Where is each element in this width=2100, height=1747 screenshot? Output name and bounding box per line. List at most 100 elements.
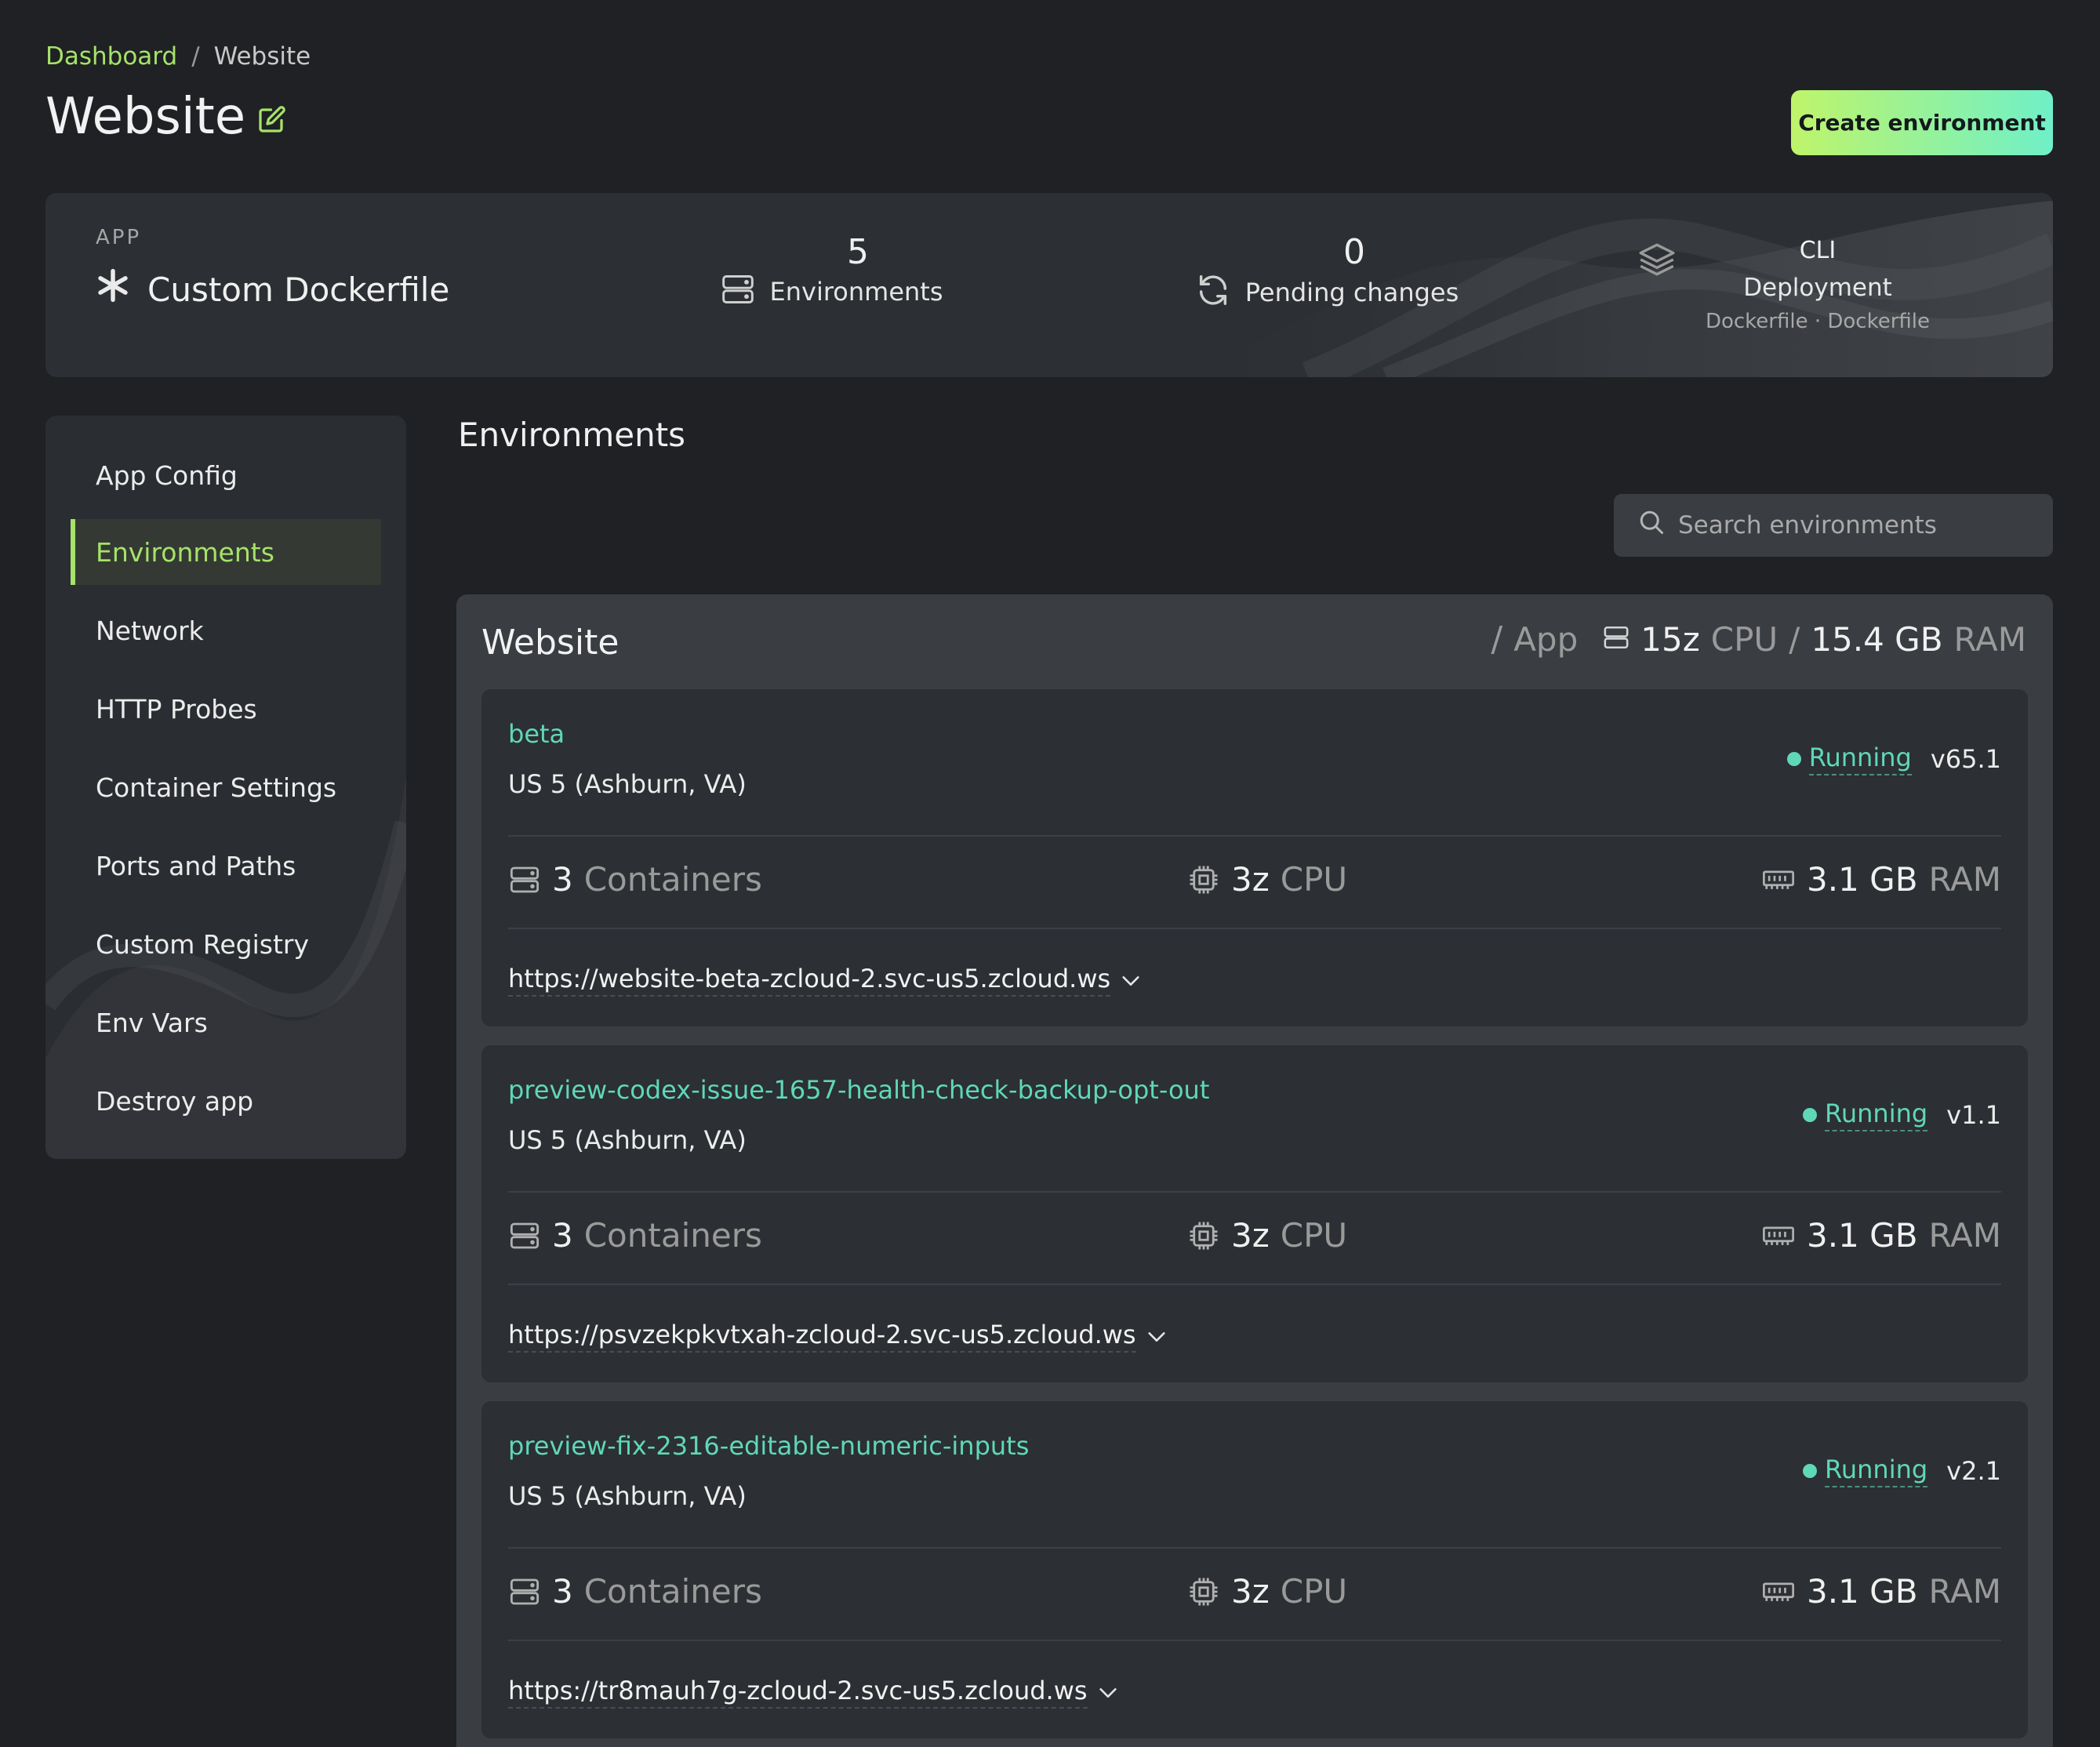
status-dot-icon	[1803, 1108, 1818, 1122]
app-label: APP	[96, 226, 142, 249]
pending-count: 0	[1343, 232, 1365, 272]
environment-url[interactable]: https://psvzekpkvtxah-zcloud-2.svc-us5.z…	[508, 1320, 1168, 1353]
url-link[interactable]: https://psvzekpkvtxah-zcloud-2.svc-us5.z…	[508, 1320, 1136, 1353]
memory-icon	[1761, 1578, 1796, 1606]
ram-stat: 3.1 GB RAM	[1761, 860, 2001, 899]
cpu-stat: 3z CPU	[1187, 860, 1347, 899]
server-icon	[720, 272, 756, 310]
cpu-unit: CPU	[1280, 1216, 1348, 1255]
cpu-chip-icon	[1187, 1219, 1220, 1252]
environment-url[interactable]: https://tr8mauh7g-zcloud-2.svc-us5.zclou…	[508, 1676, 1119, 1709]
url-link[interactable]: https://website-beta-zcloud-2.svc-us5.zc…	[508, 964, 1111, 997]
chevron-down-icon[interactable]	[1097, 1677, 1119, 1707]
containers-unit: Containers	[583, 1572, 762, 1611]
containers-stat: 3 Containers	[508, 1572, 762, 1611]
search-placeholder: Search environments	[1678, 511, 1937, 539]
search-input[interactable]: Search environments	[1614, 494, 2053, 557]
ram-stat: 3.1 GB RAM	[1761, 1216, 2001, 1255]
cpu-stat: 3z CPU	[1187, 1216, 1347, 1255]
group-separator: /	[1789, 620, 1800, 659]
app-type: Custom Dockerfile	[96, 268, 449, 311]
memory-icon	[1761, 866, 1796, 894]
status-dot-icon	[1786, 752, 1801, 766]
pending-changes-stat: 0 Pending changes	[1162, 232, 1491, 311]
containers-value: 3	[552, 1216, 573, 1255]
cpu-chip-icon	[1187, 863, 1220, 896]
server-icon	[508, 864, 541, 895]
sidebar-item-destroy-app[interactable]: Destroy app	[71, 1068, 381, 1134]
breadcrumb-dashboard-link[interactable]: Dashboard	[45, 42, 177, 71]
divider	[508, 835, 2001, 837]
asterisk-icon	[96, 268, 130, 311]
cpu-unit: CPU	[1280, 1572, 1348, 1611]
environment-card[interactable]: beta US 5 (Ashburn, VA) Running v65.1 3 …	[481, 689, 2028, 1026]
group-type: App	[1513, 620, 1579, 659]
app-summary-banner: APP Custom Dockerfile 5 Environments 0 P…	[45, 193, 2053, 377]
sidebar-item-container-settings[interactable]: Container Settings	[71, 754, 381, 820]
containers-stat: 3 Containers	[508, 1216, 762, 1255]
chevron-down-icon[interactable]	[1146, 1321, 1168, 1351]
status-label[interactable]: Running	[1808, 743, 1912, 775]
sidebar-item-http-probes[interactable]: HTTP Probes	[71, 676, 381, 742]
ram-unit: RAM	[1928, 860, 2001, 899]
sidebar-item-app-config[interactable]: App Config	[71, 442, 381, 508]
environment-name-link[interactable]: preview-codex-issue-1657-health-check-ba…	[508, 1075, 1209, 1105]
page-title-row: Website	[45, 88, 286, 146]
search-icon	[1637, 508, 1666, 543]
group-separator: /	[1491, 619, 1503, 659]
environment-name-link[interactable]: beta	[508, 719, 565, 749]
divider	[508, 1191, 2001, 1193]
cpu-value: 3z	[1231, 860, 1270, 899]
containers-stat: 3 Containers	[508, 860, 762, 899]
layers-icon	[1637, 240, 1677, 282]
version-label: v65.1	[1930, 744, 2001, 774]
sidebar-item-network[interactable]: Network	[71, 597, 381, 663]
group-ram-value: 15.4 GB	[1811, 620, 1943, 659]
environment-region: US 5 (Ashburn, VA)	[508, 1125, 747, 1155]
status-dot-icon	[1803, 1464, 1818, 1478]
environment-region: US 5 (Ashburn, VA)	[508, 769, 747, 799]
group-title: Website	[481, 623, 619, 663]
divider	[508, 1284, 2001, 1285]
group-stats: / App 15z CPU / 15.4 GB RAM	[1491, 619, 2026, 659]
chevron-down-icon[interactable]	[1120, 965, 1142, 995]
server-icon	[1603, 620, 1629, 659]
create-environment-button[interactable]: Create environment	[1791, 90, 2053, 155]
status-label[interactable]: Running	[1825, 1455, 1928, 1487]
sidebar-item-env-vars[interactable]: Env Vars	[71, 990, 381, 1055]
url-link[interactable]: https://tr8mauh7g-zcloud-2.svc-us5.zclou…	[508, 1676, 1088, 1709]
environment-status: Running v2.1	[1803, 1455, 2001, 1487]
environment-card[interactable]: preview-fix-2316-editable-numeric-inputs…	[481, 1401, 2028, 1738]
pending-changes-label: Pending changes	[1244, 278, 1459, 307]
app-type-label: Custom Dockerfile	[147, 270, 450, 309]
breadcrumb: Dashboard / Website	[45, 42, 311, 71]
ram-value: 3.1 GB	[1807, 1572, 1918, 1611]
environment-card[interactable]: preview-codex-issue-1657-health-check-ba…	[481, 1045, 2028, 1382]
sidebar-item-ports-and-paths[interactable]: Ports and Paths	[71, 833, 381, 899]
cpu-value: 3z	[1231, 1572, 1270, 1611]
containers-value: 3	[552, 860, 573, 899]
environment-url[interactable]: https://website-beta-zcloud-2.svc-us5.zc…	[508, 964, 1142, 997]
section-title: Environments	[458, 416, 686, 454]
edit-icon[interactable]	[258, 88, 286, 146]
deployment-source: Dockerfile · Dockerfile	[1705, 310, 1931, 333]
version-label: v1.1	[1946, 1100, 2001, 1130]
status-label[interactable]: Running	[1825, 1099, 1928, 1131]
refresh-icon	[1195, 272, 1231, 311]
environment-status: Running v1.1	[1803, 1099, 2001, 1131]
cpu-chip-icon	[1187, 1575, 1220, 1608]
containers-unit: Containers	[583, 860, 762, 899]
server-icon	[508, 1576, 541, 1607]
ram-unit: RAM	[1928, 1572, 2001, 1611]
ram-unit: RAM	[1928, 1216, 2001, 1255]
containers-value: 3	[552, 1572, 573, 1611]
sidebar-item-custom-registry[interactable]: Custom Registry	[71, 911, 381, 977]
server-icon	[508, 1220, 541, 1251]
cpu-value: 3z	[1231, 1216, 1270, 1255]
version-label: v2.1	[1946, 1456, 2001, 1486]
page-title: Website	[45, 88, 246, 146]
environments-count: 5	[847, 232, 869, 272]
sidebar-item-environments[interactable]: Environments	[71, 519, 381, 585]
environment-name-link[interactable]: preview-fix-2316-editable-numeric-inputs	[508, 1431, 1029, 1461]
group-cpu-unit: CPU	[1710, 620, 1778, 659]
